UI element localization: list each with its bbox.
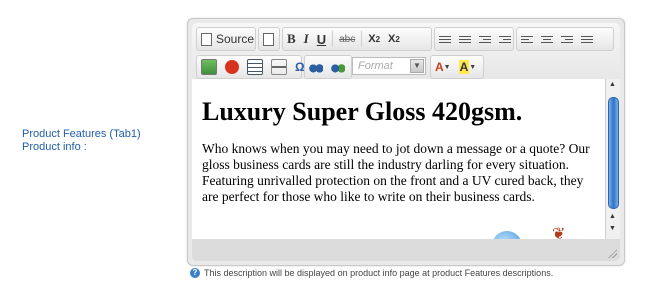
format-select[interactable]: Format ▼: [352, 57, 426, 75]
help-icon: ?: [190, 268, 200, 278]
toolbar-group-colors: A ▼ A ▼: [430, 55, 484, 79]
strikethrough-button[interactable]: abc: [335, 29, 359, 49]
toolbar-group-align: [516, 27, 614, 51]
resize-grip-icon[interactable]: [608, 249, 617, 258]
subscript-label: X: [368, 33, 376, 45]
editor-content-area[interactable]: Luxury Super Gloss 420gsm. Who knows whe…: [192, 79, 605, 239]
flash-icon: [225, 60, 239, 74]
preview-icon: [263, 32, 274, 46]
globe-icon: [492, 231, 522, 239]
justify-button[interactable]: [577, 29, 597, 49]
align-left-button[interactable]: [517, 29, 537, 49]
outdent-button[interactable]: [475, 29, 495, 49]
italic-button[interactable]: I: [300, 29, 313, 49]
format-select-label: Format: [358, 60, 393, 72]
help-hint: ? This description will be displayed on …: [190, 268, 553, 278]
superscript-mark: 2: [395, 34, 400, 44]
background-color-icon: A: [458, 60, 470, 74]
align-right-icon: [561, 35, 573, 43]
table-icon: [247, 59, 263, 75]
source-icon: [201, 32, 212, 46]
toolbar-separator: [361, 31, 363, 47]
align-right-button[interactable]: [557, 29, 577, 49]
horizontal-line-icon: [271, 59, 287, 75]
toolbar-separator: [332, 31, 334, 47]
bulleted-list-icon: [459, 35, 471, 43]
superscript-label: X: [388, 33, 396, 45]
image-icon: [201, 59, 217, 75]
outdent-icon: [479, 35, 491, 43]
butterfly-icon: ❦: [552, 226, 566, 239]
content-heading: Luxury Super Gloss 420gsm.: [202, 97, 523, 126]
replace-button[interactable]: [327, 57, 349, 77]
underline-button[interactable]: U: [313, 29, 330, 49]
binoculars-icon: [309, 60, 323, 74]
chevron-down-icon: ▼: [410, 59, 424, 73]
justify-icon: [581, 35, 593, 43]
toolbar-group-basic-styles: B I U abc X2 X2: [282, 27, 432, 51]
chevron-down-icon: ▼: [443, 63, 451, 71]
horizontal-line-button[interactable]: [267, 57, 291, 77]
content-paragraph: Who knows when you may need to jot down …: [202, 141, 590, 204]
align-center-icon: [541, 35, 553, 43]
align-left-icon: [521, 35, 533, 43]
help-hint-text: This description will be displayed on pr…: [204, 268, 554, 278]
toolbar-group-find: [304, 55, 352, 79]
chevron-down-icon: ▼: [469, 63, 477, 71]
vertical-scrollbar[interactable]: ▲ ▲ ▼: [605, 79, 620, 239]
scrollbar-thumb[interactable]: [608, 97, 619, 209]
source-button-label: Source: [216, 32, 255, 46]
binoculars-replace-icon: [331, 60, 345, 74]
superscript-button[interactable]: X2: [384, 29, 404, 49]
source-button[interactable]: Source: [197, 29, 258, 49]
toolbar-group-insert: Ω: [196, 55, 305, 79]
scroll-up-icon[interactable]: ▲: [609, 213, 616, 220]
scroll-up-icon[interactable]: ▲: [609, 81, 616, 88]
flash-button[interactable]: [221, 57, 243, 77]
preview-button[interactable]: [259, 29, 278, 49]
editor-status-bar: [192, 239, 620, 261]
indent-button[interactable]: [495, 29, 515, 49]
indent-icon: [499, 35, 511, 43]
subscript-button[interactable]: X2: [364, 29, 384, 49]
text-color-button[interactable]: A ▼: [431, 57, 455, 77]
table-button[interactable]: [243, 57, 267, 77]
find-button[interactable]: [305, 57, 327, 77]
field-label: Product Features (Tab1) Product info :: [22, 128, 141, 153]
toolbar-group-source: Source: [196, 27, 256, 51]
bold-button[interactable]: B: [283, 29, 300, 49]
toolbar-group-preview: [258, 27, 280, 51]
numbered-list-button[interactable]: [435, 29, 455, 49]
bulleted-list-button[interactable]: [455, 29, 475, 49]
align-center-button[interactable]: [537, 29, 557, 49]
subscript-mark: 2: [375, 34, 381, 44]
toolbar-group-lists: [434, 27, 514, 51]
numbered-list-icon: [439, 35, 451, 43]
image-button[interactable]: [197, 57, 221, 77]
rich-text-editor: Source B I U abc X2 X2 Ω Format ▼ A ▼ A …: [187, 18, 625, 266]
text-color-icon: A: [435, 60, 444, 74]
scroll-down-icon[interactable]: ▼: [609, 225, 616, 232]
background-color-button[interactable]: A ▼: [455, 57, 481, 77]
